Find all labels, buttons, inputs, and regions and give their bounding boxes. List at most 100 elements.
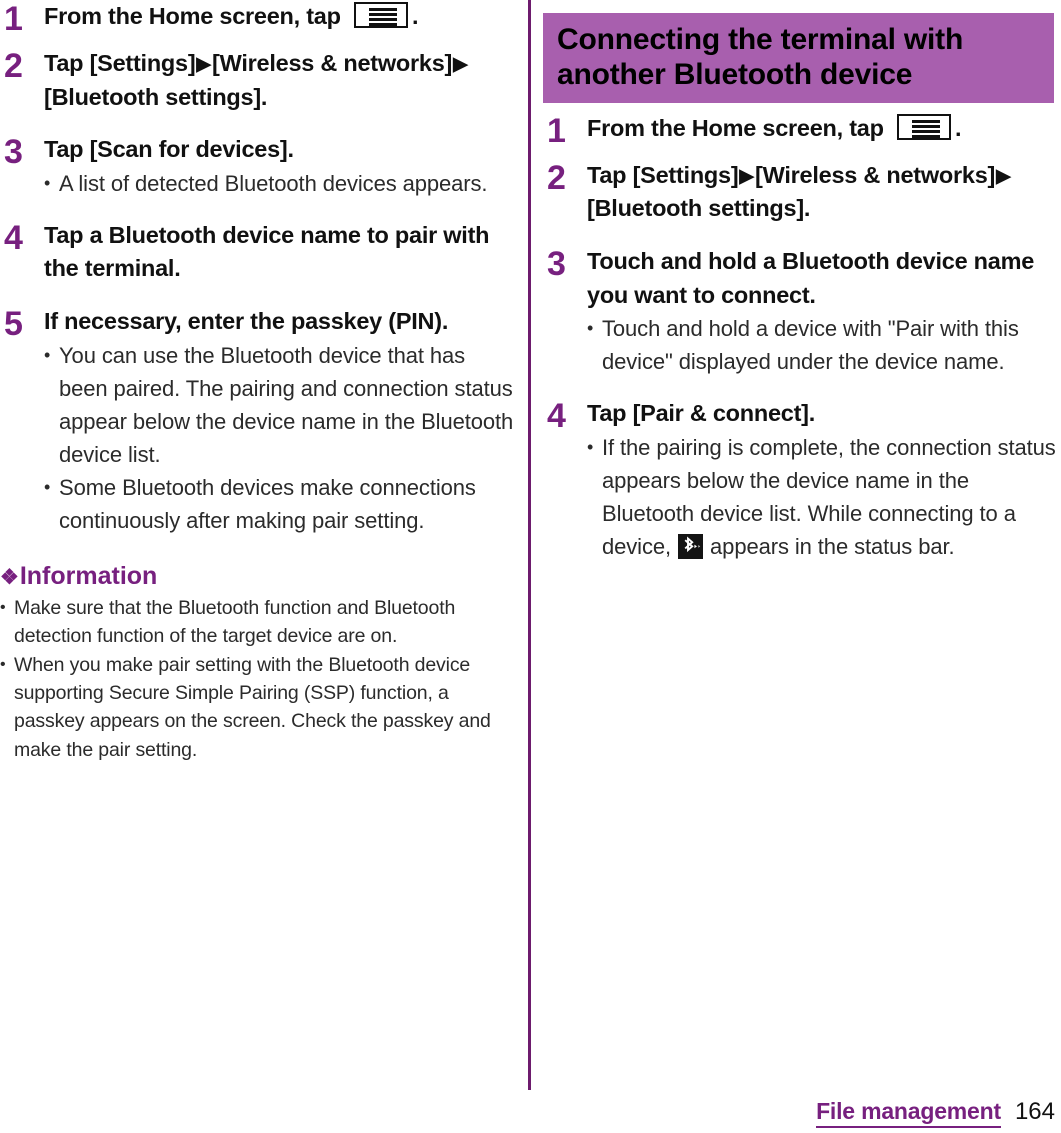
section-title-banner: Connecting the terminal with another Blu… xyxy=(543,13,1054,103)
step-title-suffix: . xyxy=(412,3,419,29)
column-divider xyxy=(528,0,531,1090)
bullet-dot-icon: • xyxy=(44,172,51,193)
right-step-list: 1 From the Home screen, tap . 2 Tap [Set… xyxy=(543,112,1058,563)
bullet-dot-icon: • xyxy=(0,598,6,616)
step-number: 3 xyxy=(4,133,23,172)
step-title: Tap [Settings]▶[Wireless & networks]▶[Bl… xyxy=(44,47,515,114)
bullet-item: • Some Bluetooth devices make connection… xyxy=(44,471,515,537)
bluetooth-connecting-icon xyxy=(678,533,704,559)
step-title-text: From the Home screen, tap xyxy=(44,3,347,29)
left-column: 1 From the Home screen, tap . 2 Tap [Set… xyxy=(0,0,515,764)
step-number: 1 xyxy=(4,0,23,38)
step-body: From the Home screen, tap . xyxy=(587,112,1058,146)
bullet-list: • A list of detected Bluetooth devices a… xyxy=(44,167,515,200)
bullet-dot-icon: • xyxy=(587,436,594,457)
information-bullet-list: • Make sure that the Bluetooth function … xyxy=(0,594,515,765)
step-body: If necessary, enter the passkey (PIN). •… xyxy=(44,305,515,537)
arrow-right-icon: ▶ xyxy=(996,165,1011,187)
step-body: Tap [Settings]▶[Wireless & networks]▶[Bl… xyxy=(587,159,1058,226)
bullet-text: Some Bluetooth devices make connections … xyxy=(59,474,476,533)
step-title-text: From the Home screen, tap xyxy=(587,114,890,141)
step-number: 5 xyxy=(4,304,23,343)
step-body: From the Home screen, tap . xyxy=(44,0,515,34)
bullet-text: A list of detected Bluetooth devices app… xyxy=(59,170,488,196)
bullet-item: • Touch and hold a device with "Pair wit… xyxy=(587,312,1058,378)
menu-icon xyxy=(897,113,951,140)
bullet-text: You can use the Bluetooth device that ha… xyxy=(59,342,514,467)
step-number: 4 xyxy=(547,397,566,436)
step-title-part: Tap [Settings] xyxy=(44,50,196,76)
step-item: 1 From the Home screen, tap . xyxy=(543,112,1058,148)
step-title: From the Home screen, tap . xyxy=(587,112,1058,146)
step-item: 2 Tap [Settings]▶[Wireless & networks]▶[… xyxy=(543,159,1058,226)
step-number: 1 xyxy=(547,111,566,150)
bullet-list: • If the pairing is complete, the connec… xyxy=(587,431,1058,563)
step-item: 4 Tap a Bluetooth device name to pair wi… xyxy=(0,219,515,286)
information-heading: ❖ Information xyxy=(0,561,515,591)
step-title: If necessary, enter the passkey (PIN). xyxy=(44,307,449,334)
step-title: Touch and hold a Bluetooth device name y… xyxy=(587,247,1035,308)
arrow-right-icon: ▶ xyxy=(453,54,468,75)
step-number: 2 xyxy=(547,158,566,197)
bullet-text: When you make pair setting with the Blue… xyxy=(14,653,491,761)
bullet-item: • When you make pair setting with the Bl… xyxy=(0,651,515,765)
manual-page: 1 From the Home screen, tap . 2 Tap [Set… xyxy=(0,0,1061,1133)
information-block: ❖ Information • Make sure that the Blueto… xyxy=(0,561,515,765)
step-item: 2 Tap [Settings]▶[Wireless & networks]▶[… xyxy=(0,47,515,114)
step-body: Touch and hold a Bluetooth device name y… xyxy=(587,245,1058,378)
step-body: Tap [Settings]▶[Wireless & networks]▶[Bl… xyxy=(44,47,515,114)
step-item: 4 Tap [Pair & connect]. • If the pairing… xyxy=(543,397,1058,563)
page-footer: File management 164 xyxy=(816,1098,1055,1128)
step-item: 3 Touch and hold a Bluetooth device name… xyxy=(543,245,1058,378)
step-title-part: [Bluetooth settings]. xyxy=(587,195,811,222)
step-item: 1 From the Home screen, tap . xyxy=(0,0,515,36)
step-item: 3 Tap [Scan for devices]. • A list of de… xyxy=(0,133,515,200)
bullet-dot-icon: • xyxy=(44,476,51,497)
step-title-suffix: . xyxy=(955,114,962,141)
floret-icon: ❖ xyxy=(0,565,19,589)
information-heading-text: Information xyxy=(19,561,158,590)
menu-icon xyxy=(354,2,408,28)
step-number: 2 xyxy=(4,47,23,85)
bullet-text: Touch and hold a device with "Pair with … xyxy=(602,316,1019,375)
step-number: 4 xyxy=(4,218,23,257)
step-title: Tap [Pair & connect]. xyxy=(587,400,816,427)
step-title: Tap [Settings]▶[Wireless & networks]▶[Bl… xyxy=(587,159,1058,226)
step-title-part: [Wireless & networks] xyxy=(755,161,996,188)
step-body: Tap a Bluetooth device name to pair with… xyxy=(44,219,515,286)
bullet-dot-icon: • xyxy=(0,655,6,673)
bullet-item: • A list of detected Bluetooth devices a… xyxy=(44,167,515,200)
bullet-item: • If the pairing is complete, the connec… xyxy=(587,431,1058,563)
step-title-part: [Bluetooth settings]. xyxy=(44,83,268,110)
step-title-part: Tap [Settings] xyxy=(587,161,739,188)
bullet-text: Make sure that the Bluetooth function an… xyxy=(14,596,456,648)
footer-section-label: File management xyxy=(816,1098,1001,1128)
bullet-item: • You can use the Bluetooth device that … xyxy=(44,339,515,471)
step-item: 5 If necessary, enter the passkey (PIN).… xyxy=(0,305,515,537)
step-title: From the Home screen, tap . xyxy=(44,0,515,34)
step-body: Tap [Pair & connect]. • If the pairing i… xyxy=(587,397,1058,563)
bullet-dot-icon: • xyxy=(44,344,51,365)
arrow-right-icon: ▶ xyxy=(739,165,755,187)
bullet-list: • You can use the Bluetooth device that … xyxy=(44,339,515,537)
step-number: 3 xyxy=(547,244,566,283)
step-title: Tap [Scan for devices]. xyxy=(44,136,294,163)
arrow-right-icon: ▶ xyxy=(196,54,212,75)
step-title-part: [Wireless & networks] xyxy=(212,50,453,76)
bullet-list: • Touch and hold a device with "Pair wit… xyxy=(587,312,1058,378)
right-column: Connecting the terminal with another Blu… xyxy=(543,0,1058,565)
bullet-text: If the pairing is complete, the connecti… xyxy=(602,431,1058,563)
bullet-dot-icon: • xyxy=(587,318,594,339)
step-body: Tap [Scan for devices]. • A list of dete… xyxy=(44,133,515,200)
bullet-text-after-icon: appears in the status bar. xyxy=(704,533,955,559)
left-step-list: 1 From the Home screen, tap . 2 Tap [Set… xyxy=(0,0,515,537)
